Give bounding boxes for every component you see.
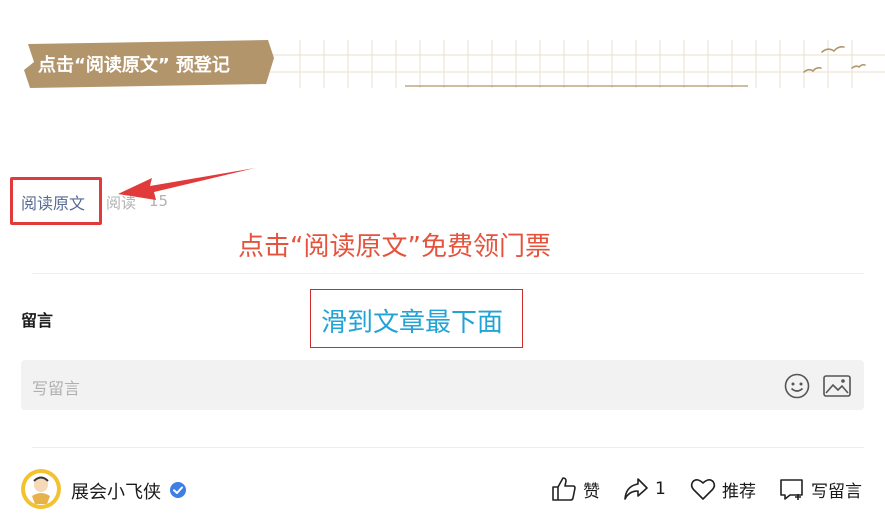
red-arrow-icon <box>118 168 255 200</box>
account-avatar[interactable] <box>20 468 62 510</box>
write-comment-label: 写留言 <box>811 481 862 502</box>
verified-badge-icon <box>170 482 186 498</box>
thumbs-up-icon <box>552 477 576 501</box>
share-arrow-icon <box>624 478 648 500</box>
write-comment-button[interactable]: 写留言 <box>779 474 862 504</box>
read-original-link[interactable]: 阅读原文 <box>21 190 85 214</box>
scroll-hint-text: 滑到文章最下面 <box>321 308 504 338</box>
heart-icon <box>690 479 716 500</box>
recommend-button[interactable]: 推荐 <box>690 474 756 504</box>
divider <box>32 273 864 274</box>
free-ticket-hint: 点击“阅读原文”免费领门票 <box>238 232 551 262</box>
image-icon[interactable] <box>823 375 851 397</box>
share-count: 1 <box>655 479 666 499</box>
comment-bubble-icon <box>780 479 803 500</box>
comments-heading: 留言 <box>21 311 54 330</box>
comment-input[interactable] <box>21 360 864 410</box>
divider <box>32 447 864 448</box>
account-name[interactable]: 展会小飞侠 <box>71 478 161 504</box>
banner-title: 点击“阅读原文” 预登记 <box>38 55 230 76</box>
share-button[interactable]: 1 <box>623 474 666 504</box>
emoji-icon[interactable] <box>784 373 810 399</box>
like-label: 赞 <box>583 481 600 502</box>
like-button[interactable]: 赞 <box>551 474 600 504</box>
recommend-label: 推荐 <box>722 481 756 502</box>
comment-input-placeholder: 写留言 <box>32 379 81 398</box>
